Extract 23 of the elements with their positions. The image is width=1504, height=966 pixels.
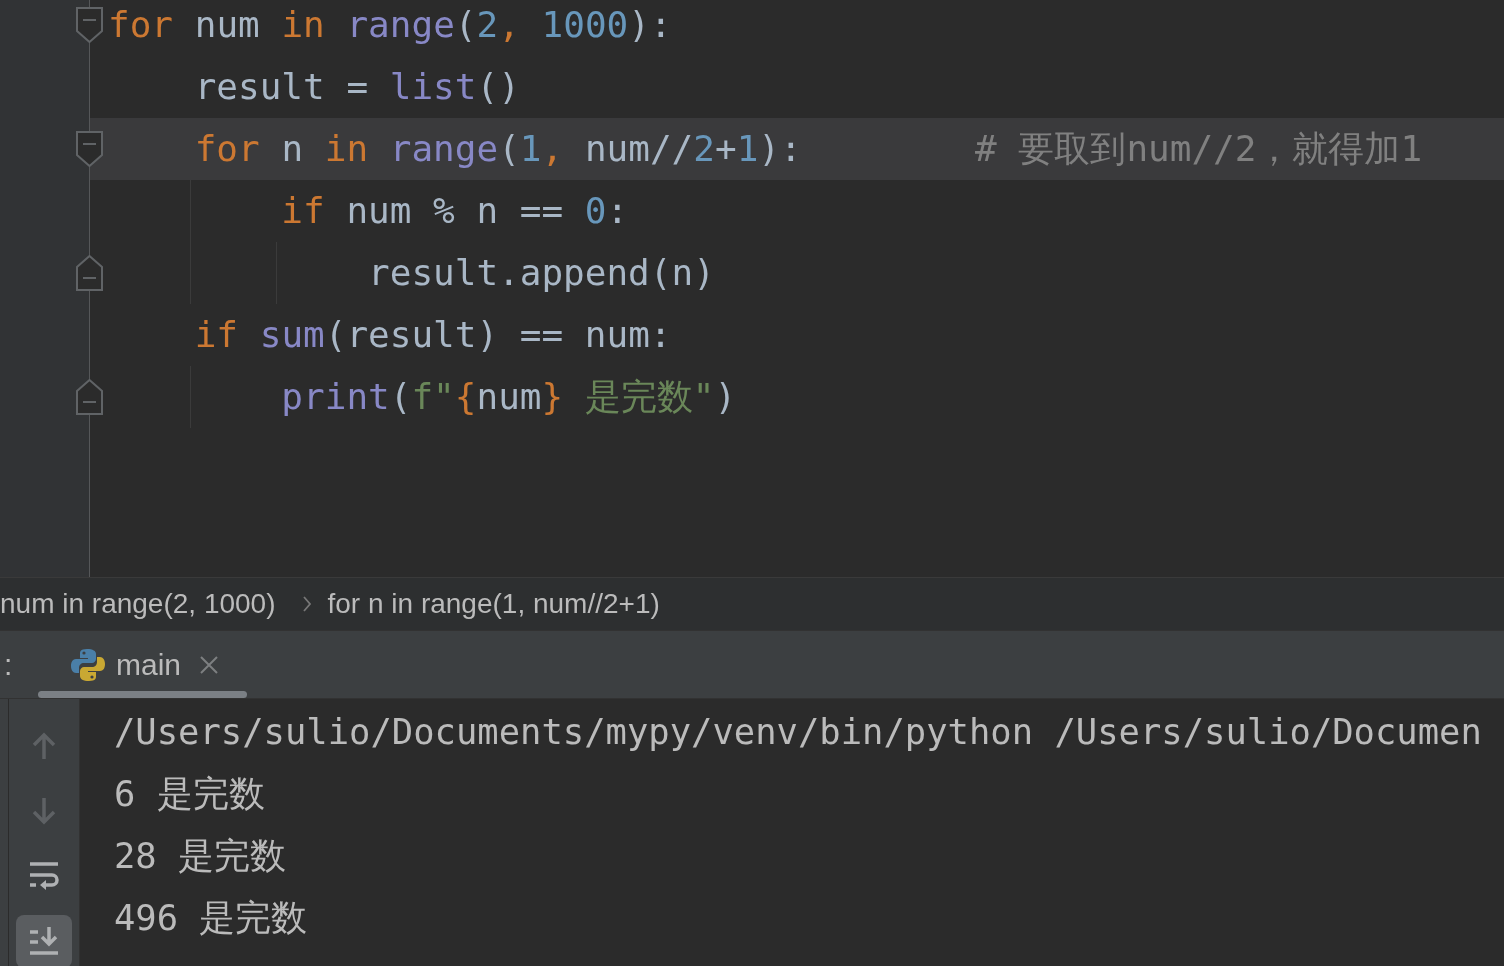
console-line: 6 是完数 [114,772,266,816]
panel-label: : [4,647,14,682]
console-line: /Users/sulio/Documents/mypy/venv/bin/python /Users/sulio/Documen [114,710,1482,754]
scroll-end-button[interactable] [15,914,72,966]
chevron-icon [301,595,312,613]
fold-icon[interactable] [76,7,103,43]
console-line: 28 是完数 [114,834,288,878]
breadcrumb[interactable]: for n in range(1, num//2+1) [327,588,660,620]
code-line: print(f"{num} 是完数") [281,375,737,419]
fold-icon[interactable] [76,379,103,415]
console-line: 496 是完数 [114,896,309,940]
breadcrumb[interactable]: num in range(2, 1000) [0,588,276,620]
code-line: result.append(n) [368,251,715,295]
code-line: for num in range(2, 1000): [108,3,672,47]
fold-icon[interactable] [76,255,103,291]
python-icon [70,646,106,683]
close-icon[interactable] [199,654,220,675]
fold-icon[interactable] [76,131,103,167]
run-tab[interactable]: main [38,631,248,698]
code-line: if sum(result) == num: [194,313,672,357]
code-line: result = list() [194,65,520,109]
code-line: if num % n == 0: [281,189,629,233]
code-line: for n in range(1, num//2+1): # 要取到num//2，就得加1 [194,127,1423,171]
